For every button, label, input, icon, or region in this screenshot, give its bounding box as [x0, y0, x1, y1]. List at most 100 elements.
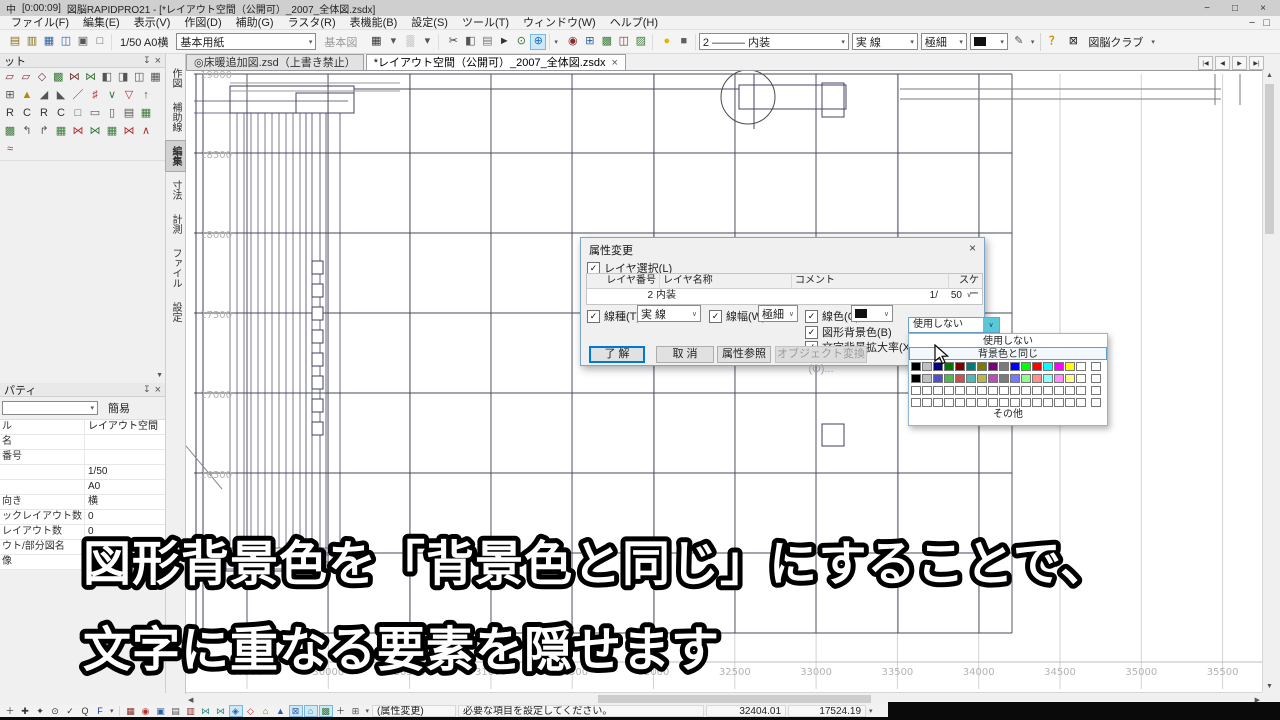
- menu-item[interactable]: ツール(T): [455, 16, 516, 30]
- tool-icon[interactable]: ⊞: [582, 34, 598, 50]
- color-swatch[interactable]: [933, 398, 943, 407]
- status-overflow-icon[interactable]: ▾: [365, 707, 371, 715]
- tool-icon[interactable]: ►: [496, 34, 512, 50]
- color-swatch[interactable]: [955, 398, 965, 407]
- color-swatch[interactable]: [1091, 362, 1101, 371]
- palette-icon[interactable]: ◢: [36, 87, 52, 103]
- color-swatch[interactable]: [977, 362, 987, 371]
- tool-icon[interactable]: ◈: [229, 705, 243, 717]
- color-swatch[interactable]: [988, 374, 998, 383]
- pin-icon[interactable]: ↧: [143, 55, 151, 66]
- dialog-linetype-select[interactable]: 実 線∨: [637, 305, 701, 322]
- color-swatch[interactable]: [999, 374, 1009, 383]
- tool-icon[interactable]: ▣: [154, 705, 168, 717]
- tool-icon[interactable]: ⊕: [530, 34, 546, 50]
- tool-icon[interactable]: ◇: [244, 705, 258, 717]
- color-swatch[interactable]: [1065, 362, 1075, 371]
- palette-icon[interactable]: ≈: [2, 141, 18, 157]
- color-swatch[interactable]: [1010, 386, 1020, 395]
- scroll-up-icon[interactable]: ▲: [1263, 70, 1276, 79]
- shape-background-checkbox[interactable]: ✓図形背景色(B): [805, 324, 892, 340]
- tool-icon[interactable]: Q: [78, 705, 92, 717]
- palette-icon[interactable]: ▱: [18, 69, 33, 85]
- tool-icon[interactable]: ▣: [75, 34, 91, 50]
- close-icon[interactable]: ×: [969, 241, 976, 255]
- color-swatch[interactable]: [1054, 374, 1064, 383]
- mode-tab-5[interactable]: ファイル: [165, 242, 186, 294]
- tool-icon[interactable]: ✂: [445, 34, 461, 50]
- color-swatch[interactable]: [966, 362, 976, 371]
- color-swatch[interactable]: [1021, 398, 1031, 407]
- palette-icon[interactable]: ∧: [138, 123, 154, 139]
- vertical-scroll-thumb[interactable]: [1265, 84, 1274, 234]
- layer-select[interactable]: 2 ――― 内装▾: [699, 33, 849, 50]
- color-swatch[interactable]: [922, 362, 932, 371]
- toolbar-overflow-icon[interactable]: ▾: [1030, 38, 1036, 46]
- color-swatch[interactable]: [933, 386, 943, 395]
- tool-icon[interactable]: ⊙: [48, 705, 62, 717]
- color-swatch[interactable]: [1043, 386, 1053, 395]
- palette-icon[interactable]: ▤: [121, 105, 137, 121]
- palette-icon[interactable]: ▱: [2, 69, 17, 85]
- color-swatch[interactable]: [1043, 374, 1053, 383]
- tool-icon[interactable]: ◉: [139, 705, 153, 717]
- color-swatch[interactable]: [1032, 398, 1042, 407]
- color-swatch[interactable]: [999, 362, 1009, 371]
- color-swatch[interactable]: [1010, 362, 1020, 371]
- help-icon[interactable]: ？: [1046, 34, 1062, 50]
- color-swatch[interactable]: [955, 362, 965, 371]
- tool-icon[interactable]: ▥: [24, 34, 40, 50]
- color-swatch[interactable]: [911, 362, 921, 371]
- menu-item[interactable]: 表機能(B): [343, 16, 405, 30]
- close-icon[interactable]: ×: [155, 384, 161, 396]
- palette-icon[interactable]: ▩: [51, 69, 66, 85]
- tool-icon[interactable]: ▤: [7, 34, 23, 50]
- color-swatch[interactable]: [944, 398, 954, 407]
- color-swatch[interactable]: [955, 374, 965, 383]
- color-swatch[interactable]: [1076, 374, 1086, 383]
- property-row[interactable]: 向き横: [0, 495, 165, 510]
- color-swatch[interactable]: [1043, 398, 1053, 407]
- property-row[interactable]: レイアウト数0: [0, 525, 165, 540]
- tool-icon[interactable]: ▩: [599, 34, 615, 50]
- toolbar-overflow-icon[interactable]: ▾: [553, 38, 559, 46]
- tool-icon[interactable]: ▾: [385, 34, 401, 50]
- tool-icon[interactable]: ⌂: [259, 705, 273, 717]
- menu-item[interactable]: 設定(S): [404, 16, 455, 30]
- color-swatch[interactable]: [1010, 398, 1020, 407]
- close-icon[interactable]: ×: [155, 55, 161, 67]
- vertical-scrollbar[interactable]: ▲ ▼: [1262, 70, 1276, 692]
- zuno-club-button[interactable]: 図脳クラブ: [1084, 34, 1147, 50]
- tab-nav-icon[interactable]: ◀: [1215, 56, 1230, 70]
- child-minimize-icon[interactable]: −: [1249, 17, 1255, 29]
- pin-icon[interactable]: ↧: [143, 384, 151, 395]
- status-overflow-icon[interactable]: ▾: [868, 707, 874, 715]
- tool-icon[interactable]: ✓: [63, 705, 77, 717]
- tool-icon[interactable]: ⋈: [199, 705, 213, 717]
- tab-floor-heating[interactable]: ◎床暖追加図.zsd（上書き禁止）: [186, 54, 364, 70]
- color-swatch[interactable]: [922, 398, 932, 407]
- color-swatch[interactable]: [1065, 374, 1075, 383]
- color-swatch[interactable]: [977, 374, 987, 383]
- tool-icon[interactable]: ⊠: [289, 705, 303, 717]
- color-swatch[interactable]: [1021, 362, 1031, 371]
- tool-icon[interactable]: ＋: [3, 705, 17, 717]
- mode-tab-2[interactable]: 編集: [165, 140, 186, 172]
- property-row[interactable]: 番号: [0, 450, 165, 465]
- color-swatch[interactable]: [944, 362, 954, 371]
- property-row[interactable]: ウト/部分図名基本用紙: [0, 540, 165, 555]
- palette-icon[interactable]: ▭: [87, 105, 103, 121]
- tab-close-icon[interactable]: ×: [611, 56, 617, 70]
- tool-icon[interactable]: ✦: [33, 705, 47, 717]
- color-swatch[interactable]: [1043, 362, 1053, 371]
- color-swatch[interactable]: [1054, 362, 1064, 371]
- color-swatch[interactable]: [1065, 386, 1075, 395]
- color-swatch[interactable]: [911, 398, 921, 407]
- color-swatch[interactable]: [922, 386, 932, 395]
- tool-icon[interactable]: ▦: [124, 705, 138, 717]
- tool-icon[interactable]: ●: [659, 34, 675, 50]
- palette-icon[interactable]: ／: [70, 87, 86, 103]
- tool-icon[interactable]: ▤: [169, 705, 183, 717]
- tool-icon[interactable]: ▦: [368, 34, 384, 50]
- mode-tab-4[interactable]: 計測: [165, 208, 186, 240]
